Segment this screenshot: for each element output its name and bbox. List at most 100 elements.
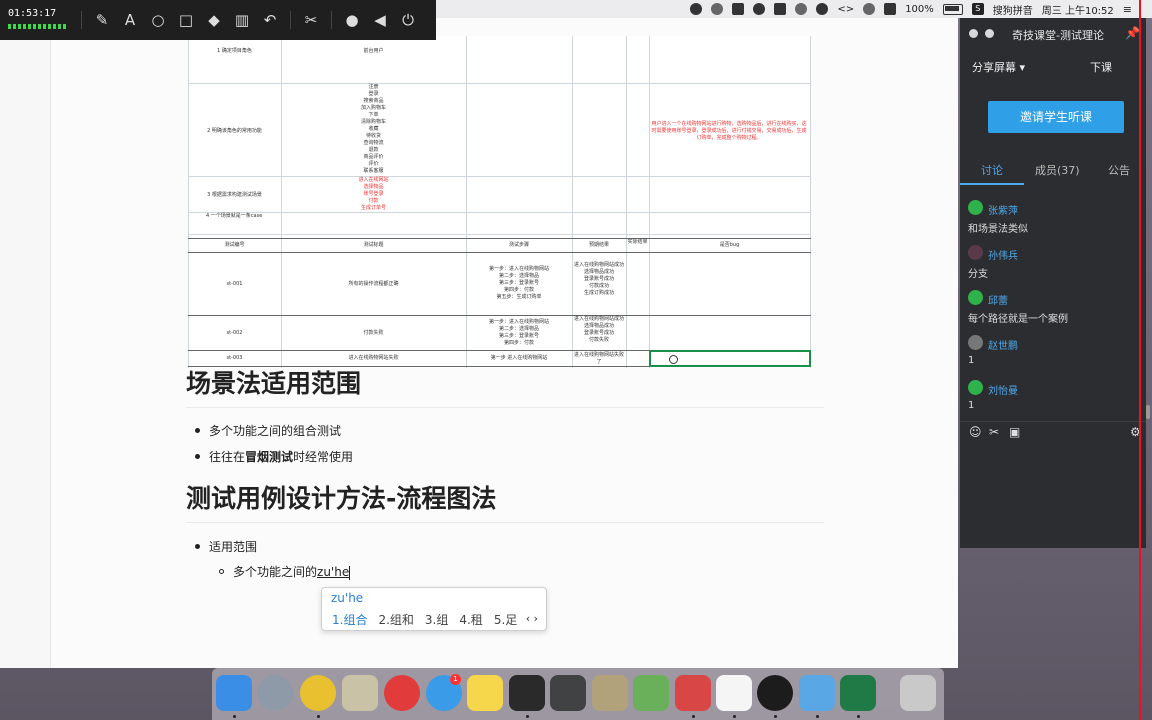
evernote-icon[interactable] <box>509 675 545 711</box>
chat-text: 和场景法类似 <box>968 224 1028 235</box>
maps-icon[interactable] <box>633 675 669 711</box>
launchpad-icon[interactable] <box>257 675 293 711</box>
bullet-icon <box>195 454 200 459</box>
obs-icon[interactable] <box>757 675 793 711</box>
ime-candidate[interactable]: 5.足 <box>494 611 517 628</box>
wechat-avatar-icon <box>968 380 983 395</box>
sub-list-item[interactable]: 多个功能之间的zu'he <box>233 563 351 580</box>
case-id: st-001 <box>226 281 243 287</box>
scrollbar-thumb[interactable] <box>1146 405 1150 419</box>
parallels-icon[interactable] <box>675 675 711 711</box>
power-icon[interactable]: ⏻ <box>394 10 422 30</box>
sublime-text-icon[interactable] <box>550 675 586 711</box>
speaker-icon[interactable]: ◀ <box>366 10 394 30</box>
circle-icon[interactable]: ○ <box>144 10 172 30</box>
avatar <box>968 245 983 260</box>
avatar <box>968 335 983 350</box>
pinwheel-icon[interactable] <box>711 3 724 15</box>
scissors-icon[interactable]: ✂ <box>297 10 325 30</box>
header-steps: 测试步骤 <box>508 242 529 248</box>
embedded-spreadsheet: 1 确定项目角色 前台用户 2 明确该角色的常用功能 注册 登录 搜索商品 加入… <box>188 36 811 368</box>
share-screen-button[interactable]: 分享屏幕 ▾ <box>972 59 1025 75</box>
dropbox-icon[interactable] <box>732 3 745 15</box>
tab-indicator <box>960 183 1024 185</box>
ime-candidate[interactable]: 3.组 <box>425 611 448 628</box>
trash-icon[interactable]: ▥ <box>228 10 256 30</box>
header-bug: 是否bug <box>719 242 740 248</box>
tab-announcements[interactable]: 公告 <box>1108 162 1130 178</box>
typora-icon[interactable] <box>716 675 752 711</box>
image-icon[interactable]: ▣ <box>1009 425 1020 439</box>
mic-icon[interactable]: ● <box>338 10 366 30</box>
row-scenario-label: 3 根据需求构建测试场景 <box>207 192 262 198</box>
ime-candidate[interactable]: 2.组和 <box>378 611 413 628</box>
volume-icon[interactable] <box>884 3 897 15</box>
chat-sender[interactable]: 张紫萍 <box>988 202 1018 217</box>
case-title: 进入在线购物网站失败 <box>348 355 399 361</box>
chat-input-toolbar: ☺ ✂ ▣ ⚙ <box>960 421 1146 444</box>
chrome-icon[interactable] <box>300 675 336 711</box>
trash-icon[interactable] <box>900 675 936 711</box>
emoji-icon[interactable]: ☺ <box>969 425 982 439</box>
preview-icon[interactable] <box>342 675 378 711</box>
text-icon[interactable]: A <box>116 10 144 30</box>
list-item[interactable]: 适用范围 <box>209 538 257 555</box>
battery-icon[interactable] <box>942 3 963 15</box>
chat-sender[interactable]: 刘怡曼 <box>988 382 1018 397</box>
wechat-status-icon[interactable] <box>690 3 703 15</box>
wifi-icon[interactable] <box>863 3 876 15</box>
time-machine-icon[interactable] <box>753 3 766 15</box>
pen-icon[interactable]: ✎ <box>88 10 116 30</box>
chat-sender[interactable]: 邱蕾 <box>988 292 1008 307</box>
screens-icon[interactable] <box>774 3 787 15</box>
scenario-note: 用户进入一个在线购物网站进行购物，选购物品后，进行在线购买，这时需要使用账号登录… <box>651 121 807 141</box>
scissors-icon[interactable]: ✂ <box>989 425 999 439</box>
header-expected: 预期结果 <box>588 242 609 248</box>
case-steps: 第一步：进入在线购物网站 第二步：选择物品 第三步：登录账号 第四步：付款 <box>488 319 549 346</box>
tab-members[interactable]: 成员(37) <box>1035 162 1080 178</box>
window-close-button[interactable] <box>969 29 978 38</box>
chat-sender[interactable]: 孙伟兵 <box>988 247 1018 262</box>
menubar-clock[interactable]: 周三 上午10:52 <box>1042 2 1114 17</box>
rect-icon[interactable]: □ <box>172 10 200 30</box>
text-caret <box>349 565 351 580</box>
finder-icon[interactable] <box>216 675 252 711</box>
row-role-value: 前台用户 <box>363 48 384 54</box>
system-preferences-icon[interactable] <box>592 675 628 711</box>
code-icon[interactable]: <> <box>837 4 854 15</box>
ime-page-arrows-icon[interactable]: ‹ › <box>526 612 538 625</box>
list-item[interactable]: 多个功能之间的组合测试 <box>209 422 341 439</box>
control-center-icon[interactable]: ≡ <box>1123 3 1132 16</box>
invite-students-button[interactable]: 邀请学生听课 <box>988 101 1124 133</box>
case-expected: 进入在线购物网站失败了 <box>573 352 624 365</box>
ime-candidate[interactable]: 1.组合 <box>332 611 367 628</box>
undo-icon[interactable]: ↶ <box>256 10 284 30</box>
classroom-panel: 奇技课堂-测试理论 📌 分享屏幕 ▾ 下课 邀请学生听课 讨论 成员(37) 公… <box>960 18 1146 548</box>
excel-icon[interactable] <box>840 675 876 711</box>
tab-discussion[interactable]: 讨论 <box>981 162 1003 178</box>
input-method-label[interactable]: 搜狗拼音 <box>993 2 1033 17</box>
case-steps: 第一步：进入在线购物网站 第二步：选择物品 第三步：登录账号 第四步：付款 第五… <box>488 266 549 300</box>
ime-composition: zu'he <box>331 591 364 605</box>
window-minimize-button[interactable] <box>985 29 994 38</box>
netease-music-icon[interactable] <box>384 675 420 711</box>
search-icon[interactable] <box>795 3 808 15</box>
notes-icon[interactable] <box>467 675 503 711</box>
list-item[interactable]: 往往在冒烟测试时经常使用 <box>209 448 353 465</box>
row-role-label: 1 确定项目角色 <box>217 48 252 54</box>
bold-text: 冒烟测试 <box>245 450 294 464</box>
row-scenario-value: 进入在线网站 选择物品 账号登录 付款 生成订单号 <box>358 177 389 211</box>
siri-icon[interactable] <box>816 3 829 15</box>
screen-recorder-toolbar: 01:53:17 ✎ A ○ □ ◆ ▥ ↶ ✂ ● ◀ ⏻ <box>0 0 436 40</box>
chat-sender[interactable]: 赵世鹏 <box>988 337 1018 352</box>
xcode-icon[interactable] <box>799 675 835 711</box>
wechat-avatar-icon <box>968 290 983 305</box>
panel-titlebar: 奇技课堂-测试理论 📌 <box>960 18 1146 48</box>
end-class-button[interactable]: 下课 <box>1090 59 1112 75</box>
list-item-text: 时经常使用 <box>293 450 354 464</box>
pin-icon[interactable]: 📌 <box>1125 26 1140 40</box>
ime-candidate[interactable]: 4.租 <box>459 611 482 628</box>
bullet-icon <box>195 544 200 549</box>
eraser-icon[interactable]: ◆ <box>200 10 228 30</box>
battery-percent: 100% <box>905 3 934 15</box>
